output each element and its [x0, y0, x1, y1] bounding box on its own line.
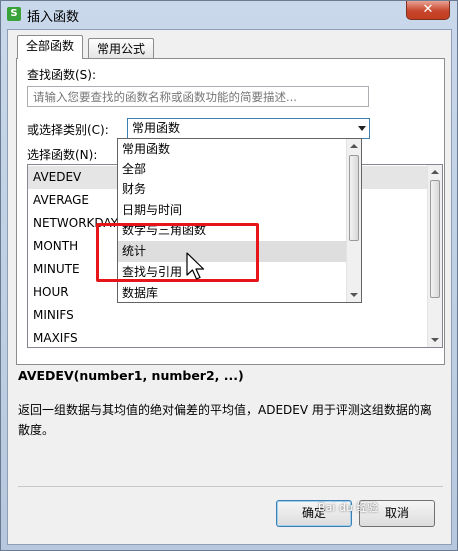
dropdown-scroll-thumb[interactable] [349, 155, 359, 241]
function-description: 返回一组数据与其均值的绝对偏差的平均值，ADEDEV 用于评测这组数据的离散度。 [18, 403, 432, 437]
category-label: 或选择类别(C): [27, 123, 109, 137]
category-select[interactable]: 常用函数 [127, 118, 370, 139]
category-option-all[interactable]: 全部 [118, 159, 346, 180]
category-option-database[interactable]: 数据库 [118, 283, 346, 302]
scroll-up-icon[interactable] [431, 170, 439, 174]
scroll-down-icon[interactable] [431, 338, 439, 342]
dialog-title: 插入函数 [27, 10, 80, 25]
category-option-finance[interactable]: 财务 [118, 179, 346, 200]
category-option-datetime[interactable]: 日期与时间 [118, 200, 346, 221]
insert-function-dialog: S 插入函数 ✕ 全部函数 常用公式 查找函数(S): 或选择类别(C): 常用… [0, 0, 458, 551]
arrow-cursor-icon [186, 252, 205, 280]
search-input[interactable] [27, 86, 369, 107]
separator [18, 486, 443, 487]
scroll-thumb[interactable] [430, 180, 440, 298]
scroll-down-icon[interactable] [350, 293, 358, 297]
function-item-maxifs[interactable]: MAXIFS [28, 327, 428, 347]
category-selected-value: 常用函数 [132, 121, 181, 135]
scroll-up-icon[interactable] [350, 144, 358, 148]
chevron-down-icon[interactable] [358, 126, 366, 131]
function-item-minifs[interactable]: MINIFS [28, 304, 428, 327]
category-option-common[interactable]: 常用函数 [118, 139, 346, 160]
function-list-scrollbar[interactable] [427, 165, 442, 347]
tab-common-formulas[interactable]: 常用公式 [88, 38, 155, 60]
title-bar[interactable]: S 插入函数 ✕ [1, 1, 457, 29]
app-icon: S [7, 7, 21, 21]
watermark: Bai du 经验 [318, 501, 379, 514]
highlight-frame [96, 223, 259, 282]
function-syntax: AVEDEV(number1, number2, ...) [18, 368, 244, 383]
function-list-label: 选择函数(N): [27, 148, 98, 162]
close-button[interactable]: ✕ [406, 1, 450, 20]
dropdown-scrollbar[interactable] [346, 139, 361, 302]
search-label: 查找函数(S): [27, 68, 97, 82]
tab-all-functions[interactable]: 全部函数 [17, 35, 84, 59]
